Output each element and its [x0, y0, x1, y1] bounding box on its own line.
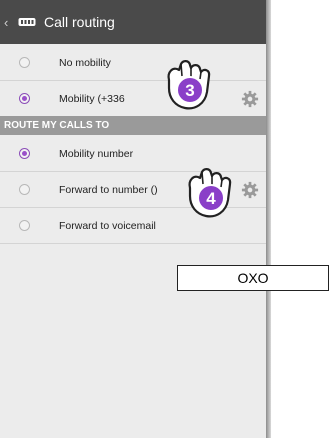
radio-no-mobility[interactable]	[19, 57, 30, 68]
radio-forward-to-voicemail[interactable]	[19, 220, 30, 231]
pointing-hand-icon: 3	[167, 60, 211, 110]
option-no-mobility[interactable]: No mobility	[0, 45, 266, 81]
back-chevron-icon[interactable]: ‹	[4, 15, 14, 30]
gear-icon[interactable]	[241, 181, 259, 199]
option-mobility[interactable]: Mobility (+336	[0, 81, 266, 117]
radio-forward-to-number[interactable]	[19, 184, 30, 195]
phone-mobility-icon	[16, 17, 38, 27]
option-label: Forward to number ()	[59, 183, 158, 196]
radio-mobility[interactable]	[19, 93, 30, 104]
page-title: Call routing	[44, 14, 115, 30]
phone-screen: ‹ Call routing No mobility Mobility (+33…	[0, 0, 266, 438]
radio-mobility-number[interactable]	[19, 148, 30, 159]
step-number: 4	[206, 189, 216, 208]
action-bar: ‹ Call routing	[0, 0, 266, 44]
pointing-hand-icon: 4	[188, 168, 232, 218]
callout-label: OXO	[177, 265, 329, 291]
option-label: Mobility number	[59, 147, 134, 160]
option-label: Mobility (+336	[59, 92, 125, 105]
option-label: No mobility	[59, 56, 111, 69]
step-number: 3	[185, 81, 194, 100]
section-route-my-calls: ROUTE MY CALLS TO	[0, 116, 266, 135]
option-label: Forward to voicemail	[59, 219, 156, 232]
gear-icon[interactable]	[241, 90, 259, 108]
phone-edge	[266, 0, 271, 438]
